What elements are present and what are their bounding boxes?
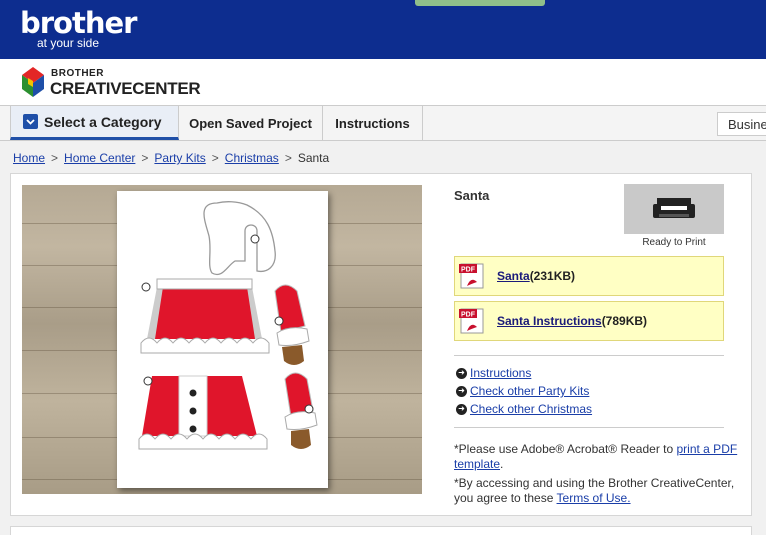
- breadcrumb-home-center[interactable]: Home Center: [64, 151, 135, 165]
- adobe-reader-note: *Please use Adobe® Acrobat® Reader to pr…: [454, 442, 738, 471]
- top-tab[interactable]: [415, 0, 545, 6]
- terms-of-use-link[interactable]: Terms of Use.: [557, 491, 631, 505]
- file-link-santa-instructions[interactable]: Santa Instructions: [497, 314, 602, 328]
- select-category-menu[interactable]: Select a Category: [10, 106, 179, 140]
- svg-text:PDF: PDF: [461, 267, 476, 274]
- open-saved-project-tab[interactable]: Open Saved Project: [179, 106, 323, 140]
- product-panel: Santa Ready to Print PDF Santa (231KB) PD…: [10, 173, 752, 516]
- top-banner: brother at your side: [0, 0, 766, 59]
- ready-to-print-caption: Ready to Print: [642, 237, 706, 248]
- chevron-down-icon: [23, 114, 38, 129]
- file-download-santa[interactable]: PDF Santa (231KB): [454, 256, 724, 296]
- select-category-label: Select a Category: [44, 113, 162, 130]
- logo-text-top: BROTHER: [51, 68, 104, 79]
- breadcrumb-home[interactable]: Home: [13, 151, 45, 165]
- breadcrumb-party-kits[interactable]: Party Kits: [154, 151, 205, 165]
- file-size-santa: (231KB): [529, 269, 576, 283]
- pdf-file-icon: PDF: [459, 308, 484, 334]
- related-link-christmas[interactable]: ➜ Check other Christmas: [456, 402, 592, 416]
- divider: [454, 427, 724, 428]
- breadcrumb-christmas[interactable]: Christmas: [225, 151, 279, 165]
- related-link-party-kits[interactable]: ➜ Check other Party Kits: [456, 384, 589, 398]
- file-download-santa-instructions[interactable]: PDF Santa Instructions (789KB): [454, 301, 724, 341]
- creativecenter-logo-icon[interactable]: [22, 67, 44, 97]
- link-party-kits[interactable]: Check other Party Kits: [470, 384, 589, 398]
- arrow-circle-icon: ➜: [456, 367, 467, 379]
- breadcrumb: Home > Home Center > Party Kits > Christmas > Sa…: [13, 151, 330, 165]
- pdf-file-icon: PDF: [459, 263, 484, 289]
- brand-tagline: at your side: [37, 36, 100, 50]
- related-link-instructions[interactable]: ➜ Instructions: [456, 366, 531, 380]
- arrow-circle-icon: ➜: [456, 403, 467, 415]
- svg-text:PDF: PDF: [461, 312, 476, 319]
- link-instructions[interactable]: Instructions: [470, 366, 531, 380]
- divider: [454, 355, 724, 356]
- logo-text-main: CREATIVECENTER: [50, 79, 201, 98]
- business-tab[interactable]: Business: [717, 112, 766, 136]
- file-link-santa[interactable]: Santa: [497, 269, 530, 283]
- main-nav: Select a Category Open Saved Project Ins…: [0, 105, 766, 141]
- product-preview-image: [22, 185, 422, 494]
- link-christmas[interactable]: Check other Christmas: [470, 402, 592, 416]
- santa-template-sheet: [117, 191, 328, 488]
- arrow-circle-icon: ➜: [456, 385, 467, 397]
- breadcrumb-current: Santa: [297, 151, 330, 165]
- site-header: BROTHER CREATIVECENTER: [0, 59, 766, 105]
- product-title: Santa: [454, 188, 490, 203]
- instructions-tab[interactable]: Instructions: [323, 106, 423, 140]
- printer-icon: [653, 198, 695, 218]
- santa-template-icon: [138, 201, 318, 450]
- ready-to-print-button[interactable]: [624, 184, 724, 234]
- file-size-santa-instructions: (789KB): [601, 314, 648, 328]
- brand-logo[interactable]: brother: [20, 6, 137, 40]
- terms-note: *By accessing and using the Brother Crea…: [454, 476, 735, 505]
- next-panel-edge: [10, 526, 752, 535]
